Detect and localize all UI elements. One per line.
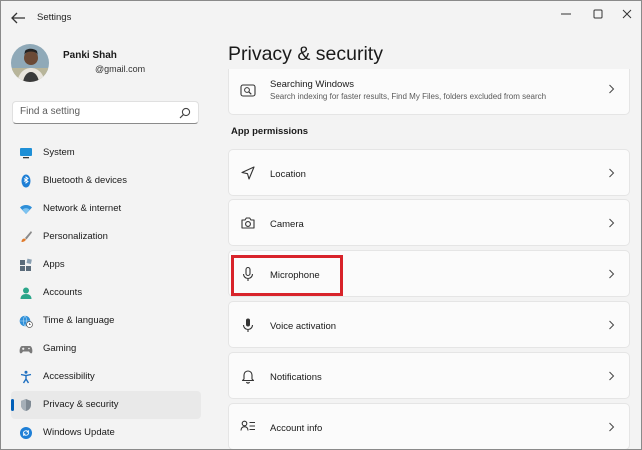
gamepad-icon	[19, 346, 33, 354]
back-arrow-icon[interactable]	[10, 11, 26, 25]
sidebar-item-label: Personalization	[43, 231, 108, 242]
minimize-icon	[561, 13, 571, 15]
sidebar-item-system[interactable]: System	[11, 139, 201, 167]
person-icon	[20, 287, 32, 299]
chevron-right-icon	[609, 168, 615, 178]
globe-clock-icon	[19, 315, 33, 328]
searching-windows-title: Searching Windows	[270, 79, 354, 90]
user-name: Panki Shah	[63, 50, 117, 61]
sidebar-item-label: Windows Update	[43, 427, 115, 438]
sidebar-item-label: Accessibility	[43, 371, 95, 382]
sidebar-item-personalization[interactable]: Personalization	[11, 223, 201, 251]
sidebar-item-label: Bluetooth & devices	[43, 175, 127, 186]
permission-camera[interactable]: Camera	[228, 199, 630, 246]
maximize-button[interactable]	[584, 7, 612, 21]
title-bar: Settings	[1, 1, 641, 35]
page-title: Privacy & security	[228, 43, 383, 65]
permission-location[interactable]: Location	[228, 149, 630, 196]
permission-account-info[interactable]: Account info	[228, 403, 630, 449]
sidebar-item-gaming[interactable]: Gaming	[11, 335, 201, 363]
sidebar-item-label: Privacy & security	[43, 399, 119, 410]
permission-label: Notifications	[270, 372, 322, 383]
chevron-right-icon	[609, 84, 615, 94]
sidebar-item-label: Apps	[43, 259, 65, 270]
permission-label: Location	[270, 169, 306, 180]
permission-label: Voice activation	[270, 321, 337, 332]
chevron-right-icon	[609, 371, 615, 381]
sidebar-item-accounts[interactable]: Accounts	[11, 279, 201, 307]
camera-icon	[241, 217, 255, 229]
permission-label: Camera	[270, 219, 304, 230]
sidebar-item-privacy-security[interactable]: Privacy & security	[11, 391, 201, 419]
minimize-button[interactable]	[552, 7, 580, 21]
sidebar-item-label: Gaming	[43, 343, 77, 354]
location-icon	[241, 166, 255, 180]
search-input[interactable]	[20, 106, 170, 117]
update-icon	[20, 427, 32, 439]
sidebar-item-accessibility[interactable]: Accessibility	[11, 363, 201, 391]
sidebar-item-label: Network & internet	[43, 203, 122, 214]
maximize-icon	[593, 9, 603, 19]
sidebar-item-label: System	[43, 147, 75, 158]
permission-notifications[interactable]: Notifications	[228, 352, 630, 399]
chevron-right-icon	[609, 218, 615, 228]
bell-icon	[241, 370, 255, 384]
avatar	[11, 44, 49, 82]
brush-icon	[21, 231, 32, 242]
sidebar-item-apps[interactable]: Apps	[11, 251, 201, 279]
close-icon	[622, 9, 632, 19]
wifi-icon	[20, 205, 32, 214]
sidebar-nav: System Bluetooth & devices Network & int…	[11, 139, 201, 447]
sidebar-item-bluetooth[interactable]: Bluetooth & devices	[11, 167, 201, 195]
sidebar-item-label: Time & language	[43, 315, 115, 326]
user-email: @gmail.com	[95, 64, 146, 74]
chevron-right-icon	[609, 269, 615, 279]
monitor-icon	[20, 148, 32, 159]
account-info-icon	[240, 420, 255, 431]
app-title: Settings	[37, 12, 72, 23]
bluetooth-icon	[21, 174, 31, 188]
search-icon[interactable]	[179, 107, 191, 119]
shield-icon	[21, 399, 31, 411]
permission-label: Account info	[270, 423, 323, 434]
close-button[interactable]	[613, 7, 641, 21]
search-indexing-icon	[240, 84, 256, 97]
apps-icon	[20, 258, 32, 271]
sidebar-item-time-language[interactable]: Time & language	[11, 307, 201, 335]
sidebar-item-label: Accounts	[43, 287, 83, 298]
user-profile[interactable]: Panki Shah @gmail.com	[11, 44, 211, 84]
sidebar-item-windows-update[interactable]: Windows Update	[11, 419, 201, 447]
sidebar-item-network[interactable]: Network & internet	[11, 195, 201, 223]
permission-voice-activation[interactable]: Voice activation	[228, 301, 630, 348]
chevron-right-icon	[609, 422, 615, 432]
accessibility-icon	[20, 370, 32, 384]
app-permissions-heading: App permissions	[231, 126, 309, 137]
microphone-icon	[242, 318, 254, 332]
settings-window: Settings Panki Shah @gmail.com Find a se…	[0, 0, 642, 450]
chevron-right-icon	[609, 320, 615, 330]
search-box[interactable]	[12, 101, 199, 124]
microphone-highlight-box	[231, 255, 343, 296]
searching-windows-description: Search indexing for faster results, Find…	[270, 92, 547, 101]
searching-windows-card[interactable]: Searching Windows Search indexing for fa…	[228, 69, 630, 115]
